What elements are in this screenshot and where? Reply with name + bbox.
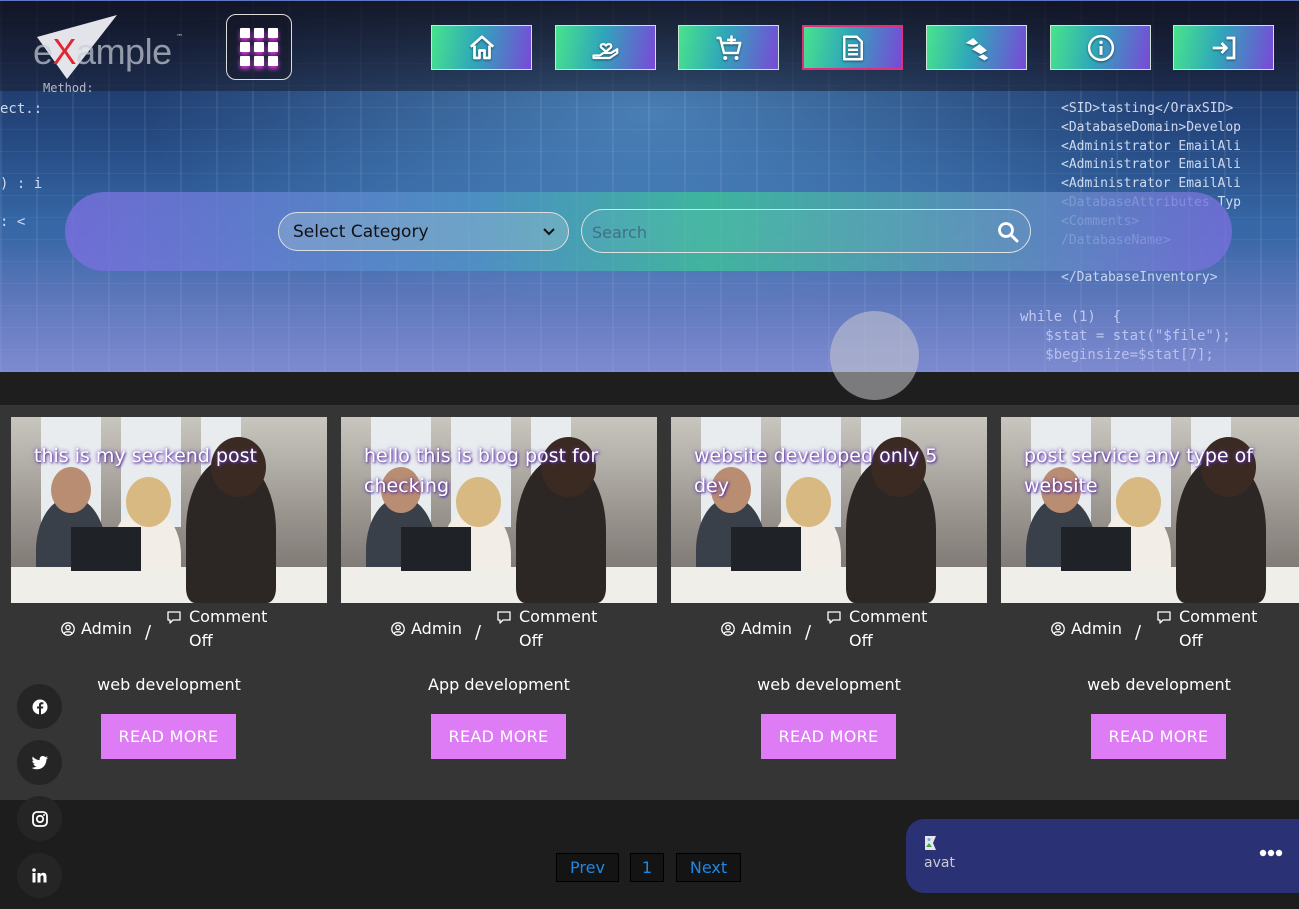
- nav-about-button[interactable]: [1050, 25, 1151, 70]
- read-more-button[interactable]: READ MORE: [431, 714, 566, 759]
- post-card: website developed only 5 dey Admin / Com…: [671, 417, 987, 797]
- hand-heart-icon: [591, 42, 618, 59]
- search-field: [581, 209, 1031, 253]
- service-icon: [965, 37, 988, 60]
- category-select-label: Select Category: [293, 222, 429, 242]
- user-circle-icon: [61, 621, 75, 636]
- user-circle-icon: [391, 621, 405, 636]
- post-title[interactable]: website developed only 5 dey: [694, 441, 954, 501]
- meta-separator: /: [475, 622, 482, 643]
- chevron-down-icon: [543, 228, 555, 236]
- meta-separator: /: [145, 622, 152, 643]
- hero-code-left: ect.: ) : i : <: [0, 101, 43, 230]
- post-title[interactable]: this is my seckend post: [34, 441, 294, 471]
- cart-plus-icon: [716, 35, 741, 60]
- post-comment-status: Comment Off: [1157, 605, 1257, 653]
- post-comment-text: Comment Off: [849, 607, 928, 650]
- post-category[interactable]: App development: [341, 675, 657, 694]
- comment-icon: [1157, 611, 1171, 624]
- read-more-button[interactable]: READ MORE: [761, 714, 896, 759]
- read-more-button[interactable]: READ MORE: [1091, 714, 1226, 759]
- post-comment-text: Comment Off: [189, 607, 268, 650]
- post-title[interactable]: hello this is blog post for checking: [364, 441, 624, 501]
- post-title[interactable]: post service any type of website: [1024, 441, 1284, 501]
- post-comment-status: Comment Off: [497, 605, 597, 653]
- apps-grid-button[interactable]: [226, 14, 292, 80]
- nav-services-button[interactable]: [926, 25, 1027, 70]
- nav-home-button[interactable]: [431, 25, 532, 70]
- comment-icon: [827, 611, 841, 624]
- post-meta: Admin / Comment Off: [11, 603, 327, 653]
- logo-subtext: Method:: [43, 81, 94, 95]
- home-icon: [469, 34, 494, 59]
- post-comment-text: Comment Off: [1179, 607, 1258, 650]
- post-author-name: Admin: [1071, 619, 1122, 638]
- logo-trademark: ™: [176, 33, 183, 41]
- post-thumbnail[interactable]: hello this is blog post for checking: [341, 417, 657, 603]
- user-circle-icon: [721, 621, 735, 636]
- nav-login-button[interactable]: [1173, 25, 1274, 70]
- post-meta: Admin / Comment Off: [341, 603, 657, 653]
- nav-blog-button[interactable]: [802, 25, 903, 70]
- comment-icon: [497, 611, 511, 624]
- logo-wordmark: eXample: [33, 31, 172, 72]
- post-category[interactable]: web development: [1001, 675, 1299, 694]
- post-thumbnail[interactable]: this is my seckend post: [11, 417, 327, 603]
- meta-separator: /: [1135, 622, 1142, 643]
- post-meta: Admin / Comment Off: [1001, 603, 1299, 653]
- post-card: post service any type of website Admin /…: [1001, 417, 1299, 797]
- post-thumbnail[interactable]: post service any type of website: [1001, 417, 1299, 603]
- post-author[interactable]: Admin: [391, 619, 462, 638]
- post-author[interactable]: Admin: [1051, 619, 1122, 638]
- post-author-name: Admin: [741, 619, 792, 638]
- post-card: hello this is blog post for checking Adm…: [341, 417, 657, 797]
- twitter-link[interactable]: [17, 740, 62, 785]
- category-select[interactable]: Select Category: [278, 212, 569, 251]
- more-options-icon[interactable]: [1259, 849, 1283, 857]
- sign-in-icon: [1212, 36, 1235, 59]
- facebook-icon: [32, 699, 47, 714]
- post-meta: Admin / Comment Off: [671, 603, 987, 653]
- instagram-icon: [31, 810, 48, 827]
- document-icon: [842, 35, 863, 60]
- pagination-page-1[interactable]: 1: [630, 853, 664, 882]
- site-logo[interactable]: eXample ™ Method:: [33, 15, 193, 95]
- nav-donate-button[interactable]: [555, 25, 656, 70]
- post-category[interactable]: web development: [11, 675, 327, 694]
- linkedin-icon: [32, 868, 47, 883]
- search-icon[interactable]: [996, 220, 1020, 244]
- chat-avatar-alt-text: avat: [924, 855, 955, 871]
- post-author-name: Admin: [411, 619, 462, 638]
- twitter-icon: [31, 755, 48, 769]
- broken-image-icon: [925, 836, 936, 850]
- comment-icon: [167, 611, 181, 624]
- linkedin-link[interactable]: [17, 853, 62, 898]
- search-input[interactable]: [592, 219, 982, 245]
- info-icon: [1087, 34, 1114, 61]
- site-header: eXample ™ Method:: [0, 0, 1299, 95]
- post-category[interactable]: web development: [671, 675, 987, 694]
- meta-separator: /: [805, 622, 812, 643]
- hero-scroll-indicator[interactable]: [830, 311, 919, 400]
- post-card: this is my seckend post Admin / Comment …: [11, 417, 327, 797]
- chat-widget[interactable]: avat: [906, 819, 1299, 893]
- instagram-link[interactable]: [17, 796, 62, 841]
- post-comment-text: Comment Off: [519, 607, 598, 650]
- post-author[interactable]: Admin: [721, 619, 792, 638]
- post-author[interactable]: Admin: [61, 619, 132, 638]
- pagination-prev[interactable]: Prev: [556, 853, 619, 882]
- read-more-button[interactable]: READ MORE: [101, 714, 236, 759]
- post-comment-status: Comment Off: [167, 605, 267, 653]
- post-author-name: Admin: [81, 619, 132, 638]
- post-thumbnail[interactable]: website developed only 5 dey: [671, 417, 987, 603]
- posts-section: this is my seckend post Admin / Comment …: [0, 405, 1299, 800]
- facebook-link[interactable]: [17, 684, 62, 729]
- user-circle-icon: [1051, 621, 1065, 636]
- pagination-next[interactable]: Next: [676, 853, 741, 882]
- post-comment-status: Comment Off: [827, 605, 927, 653]
- nav-add-to-cart-button[interactable]: [678, 25, 779, 70]
